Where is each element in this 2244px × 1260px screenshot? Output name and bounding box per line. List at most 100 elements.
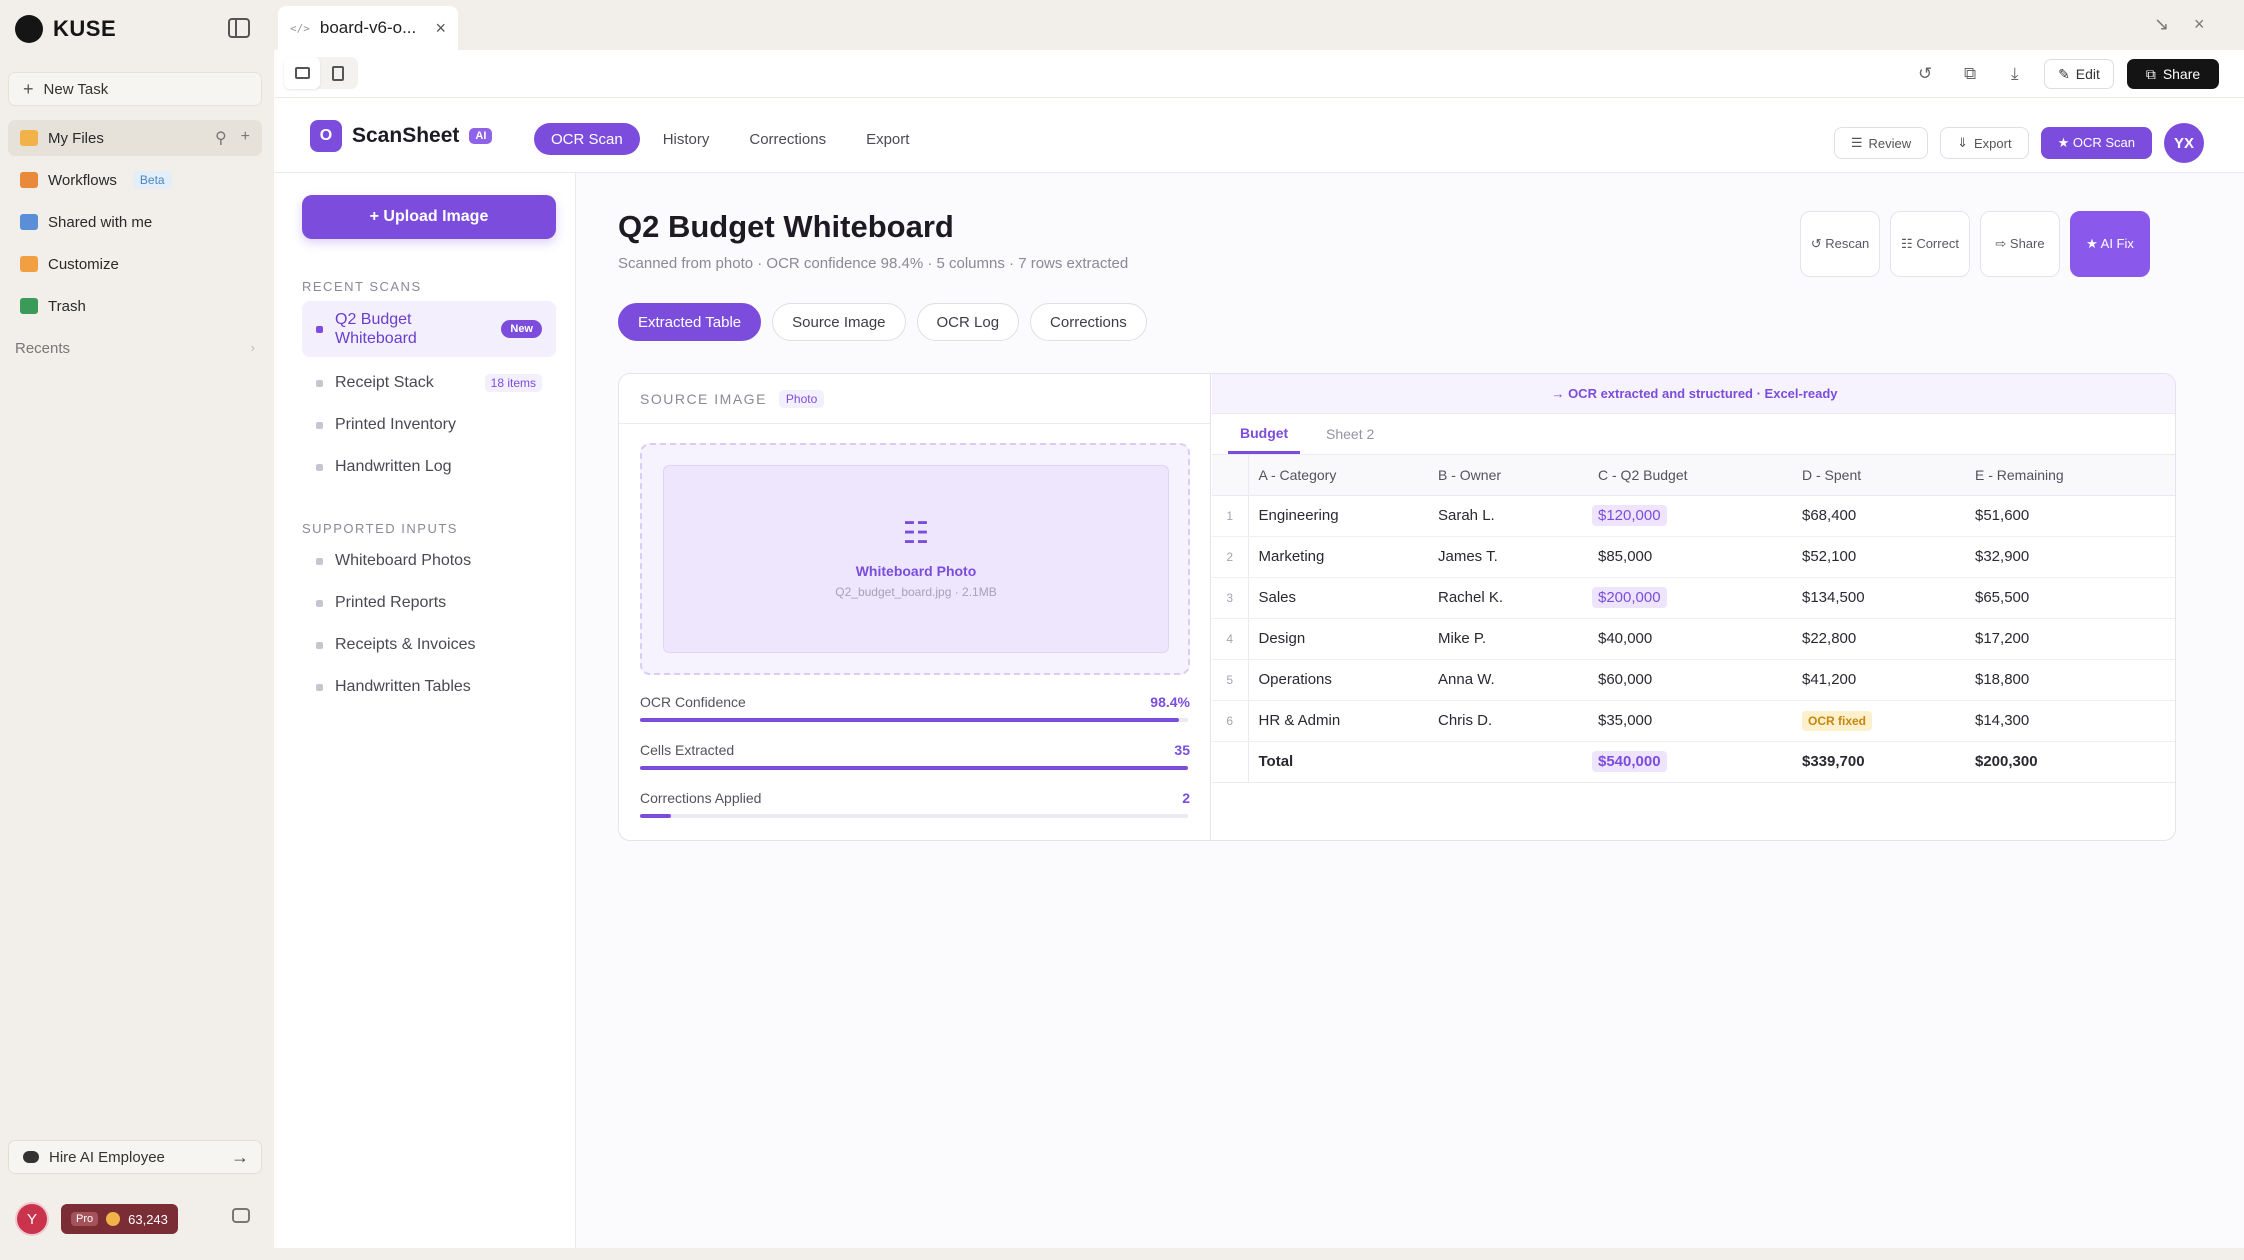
rescan-button[interactable]: ↺ Rescan	[1800, 211, 1880, 277]
input-type-handwritten[interactable]: Handwritten Tables	[302, 669, 556, 705]
sidebar-item-customize[interactable]: Customize	[8, 246, 262, 282]
cell-remaining[interactable]: $14,300	[1975, 700, 2175, 742]
input-type-receipts[interactable]: Receipts & Invoices	[302, 627, 556, 663]
total-remaining[interactable]: $200,300	[1975, 741, 2175, 783]
tab-extracted-table[interactable]: Extracted Table	[618, 303, 762, 341]
table-row[interactable]: 3 Sales Rachel K. $200,000 $134,500 $65,…	[1212, 577, 2175, 619]
document-tab[interactable]: </> board-v6-o... ×	[278, 6, 458, 50]
brand[interactable]: O ScanSheet AI	[310, 120, 493, 152]
column-header[interactable]: C - Q2 Budget	[1598, 455, 1802, 496]
table-row[interactable]: 1 Engineering Sarah L. $120,000 $68,400 …	[1212, 495, 2175, 537]
nav-ocr-scan[interactable]: OCR Scan	[534, 123, 640, 155]
page-view-button[interactable]	[320, 57, 356, 89]
cell-remaining[interactable]: $18,800	[1975, 659, 2175, 701]
input-type-printed-reports[interactable]: Printed Reports	[302, 585, 556, 621]
credits-pill[interactable]: Pro 63,243	[61, 1204, 178, 1234]
ocr-scan-button[interactable]: ★ OCR Scan	[2040, 127, 2152, 159]
cell-remaining[interactable]: $17,200	[1975, 618, 2175, 660]
cell-budget[interactable]: $60,000	[1598, 659, 1802, 701]
sidebar-item-workflows[interactable]: Workflows Beta	[8, 162, 262, 198]
cell-owner[interactable]: Sarah L.	[1438, 495, 1598, 537]
cell-spent[interactable]: $134,500	[1802, 577, 1975, 619]
search-icon[interactable]: ⚲	[215, 128, 227, 148]
nav-history[interactable]: History	[646, 123, 727, 155]
image-dropzone[interactable]: ☷ Whiteboard Photo Q2_budget_board.jpg ·…	[640, 443, 1190, 675]
cell-owner[interactable]: Mike P.	[1438, 618, 1598, 660]
tab-corrections[interactable]: Corrections	[1030, 303, 1147, 341]
cell-spent[interactable]: $52,100	[1802, 536, 1975, 578]
hire-ai-employee-button[interactable]: Hire AI Employee →	[8, 1140, 262, 1174]
cell-remaining[interactable]: $32,900	[1975, 536, 2175, 578]
cell-category[interactable]: Marketing	[1248, 536, 1438, 578]
table-row[interactable]: 5 Operations Anna W. $60,000 $41,200 $18…	[1212, 659, 2175, 701]
cell-owner[interactable]: Chris D.	[1438, 700, 1598, 742]
history-icon[interactable]: ↺	[1918, 64, 1932, 84]
kuse-logo[interactable]: KUSE	[15, 14, 116, 44]
scan-item-q2-budget[interactable]: Q2 Budget Whiteboard New	[302, 301, 556, 357]
share-doc-button[interactable]: ⇨ Share	[1980, 211, 2060, 277]
sidebar-item-my-files[interactable]: My Files ⚲ +	[8, 120, 262, 156]
scan-item-printed-inventory[interactable]: Printed Inventory	[302, 407, 556, 443]
ai-fix-button[interactable]: ★ AI Fix	[2070, 211, 2150, 277]
table-row[interactable]: 2 Marketing James T. $85,000 $52,100 $32…	[1212, 536, 2175, 578]
scan-item-receipt-stack[interactable]: Receipt Stack 18 items	[302, 365, 556, 401]
open-external-icon[interactable]: ⧉	[1964, 64, 1976, 84]
upload-image-button[interactable]: + Upload Image	[302, 195, 556, 239]
column-header[interactable]: D - Spent	[1802, 455, 1975, 496]
share-button[interactable]: ⧉ Share	[2127, 59, 2219, 89]
cell-category[interactable]: Operations	[1248, 659, 1438, 701]
recents-header[interactable]: Recents ›	[15, 340, 255, 357]
cell-budget[interactable]: $35,000	[1598, 700, 1802, 742]
cell-owner[interactable]: Rachel K.	[1438, 577, 1598, 619]
column-header[interactable]: E - Remaining	[1975, 455, 2175, 496]
nav-export[interactable]: Export	[849, 123, 926, 155]
cell-spent[interactable]: $41,200	[1802, 659, 1975, 701]
user-avatar[interactable]: YX	[2164, 123, 2204, 163]
sidebar-toggle-icon[interactable]	[228, 18, 250, 38]
edit-button[interactable]: ✎ Edit	[2044, 59, 2114, 89]
cell-spent[interactable]: $68,400	[1802, 495, 1975, 537]
cell-category[interactable]: Engineering	[1248, 495, 1438, 537]
tab-source-image[interactable]: Source Image	[772, 303, 906, 341]
cell-category[interactable]: Design	[1248, 618, 1438, 660]
scan-item-handwritten-log[interactable]: Handwritten Log	[302, 449, 556, 485]
sheet-tab-sheet2[interactable]: Sheet 2	[1326, 414, 1374, 454]
cell-owner[interactable]: Anna W.	[1438, 659, 1598, 701]
desktop-view-button[interactable]	[284, 57, 320, 89]
new-task-button[interactable]: + New Task	[8, 72, 262, 106]
image-preview[interactable]: ☷ Whiteboard Photo Q2_budget_board.jpg ·…	[663, 465, 1169, 653]
cell-category[interactable]: HR & Admin	[1248, 700, 1438, 742]
tab-ocr-log[interactable]: OCR Log	[916, 303, 1020, 341]
cell-budget[interactable]: $40,000	[1598, 618, 1802, 660]
sidebar-item-shared[interactable]: Shared with me	[8, 204, 262, 240]
table-row[interactable]: 4 Design Mike P. $40,000 $22,800 $17,200	[1212, 618, 2175, 660]
feedback-icon[interactable]	[232, 1208, 250, 1223]
close-window-icon[interactable]: ×	[2194, 14, 2205, 35]
column-header[interactable]: B - Owner	[1438, 455, 1598, 496]
correct-button[interactable]: ☷ Correct	[1890, 211, 1970, 277]
total-budget[interactable]: $540,000	[1592, 741, 1802, 783]
cell-budget[interactable]: $200,000	[1592, 577, 1802, 619]
cell-spent[interactable]: OCR fixed	[1802, 700, 1975, 742]
avatar[interactable]: Y	[15, 1202, 49, 1236]
nav-corrections[interactable]: Corrections	[732, 123, 843, 155]
sheet-tab-budget[interactable]: Budget	[1228, 414, 1301, 454]
download-icon[interactable]: ⤓	[2011, 64, 2019, 84]
collapse-icon[interactable]: ↘	[2154, 14, 2169, 35]
table-row[interactable]: 6 HR & Admin Chris D. $35,000 OCR fixed …	[1212, 700, 2175, 742]
cell-remaining[interactable]: $65,500	[1975, 577, 2175, 619]
export-button[interactable]: ⇓ Export	[1940, 127, 2029, 159]
cell-budget[interactable]: $120,000	[1592, 495, 1802, 537]
cell-remaining[interactable]: $51,600	[1975, 495, 2175, 537]
cell-category[interactable]: Sales	[1248, 577, 1438, 619]
input-type-whiteboard[interactable]: Whiteboard Photos	[302, 543, 556, 579]
close-icon[interactable]: ×	[435, 18, 446, 39]
cell-owner[interactable]: James T.	[1438, 536, 1598, 578]
total-spent[interactable]: $339,700	[1802, 741, 1975, 783]
review-button[interactable]: ☰ Review	[1833, 127, 1929, 159]
cell-spent[interactable]: $22,800	[1802, 618, 1975, 660]
total-row[interactable]: Total $540,000 $339,700 $200,300	[1212, 741, 2175, 783]
cell-budget[interactable]: $85,000	[1598, 536, 1802, 578]
add-icon[interactable]: +	[241, 128, 250, 148]
sidebar-item-trash[interactable]: Trash	[8, 288, 262, 324]
